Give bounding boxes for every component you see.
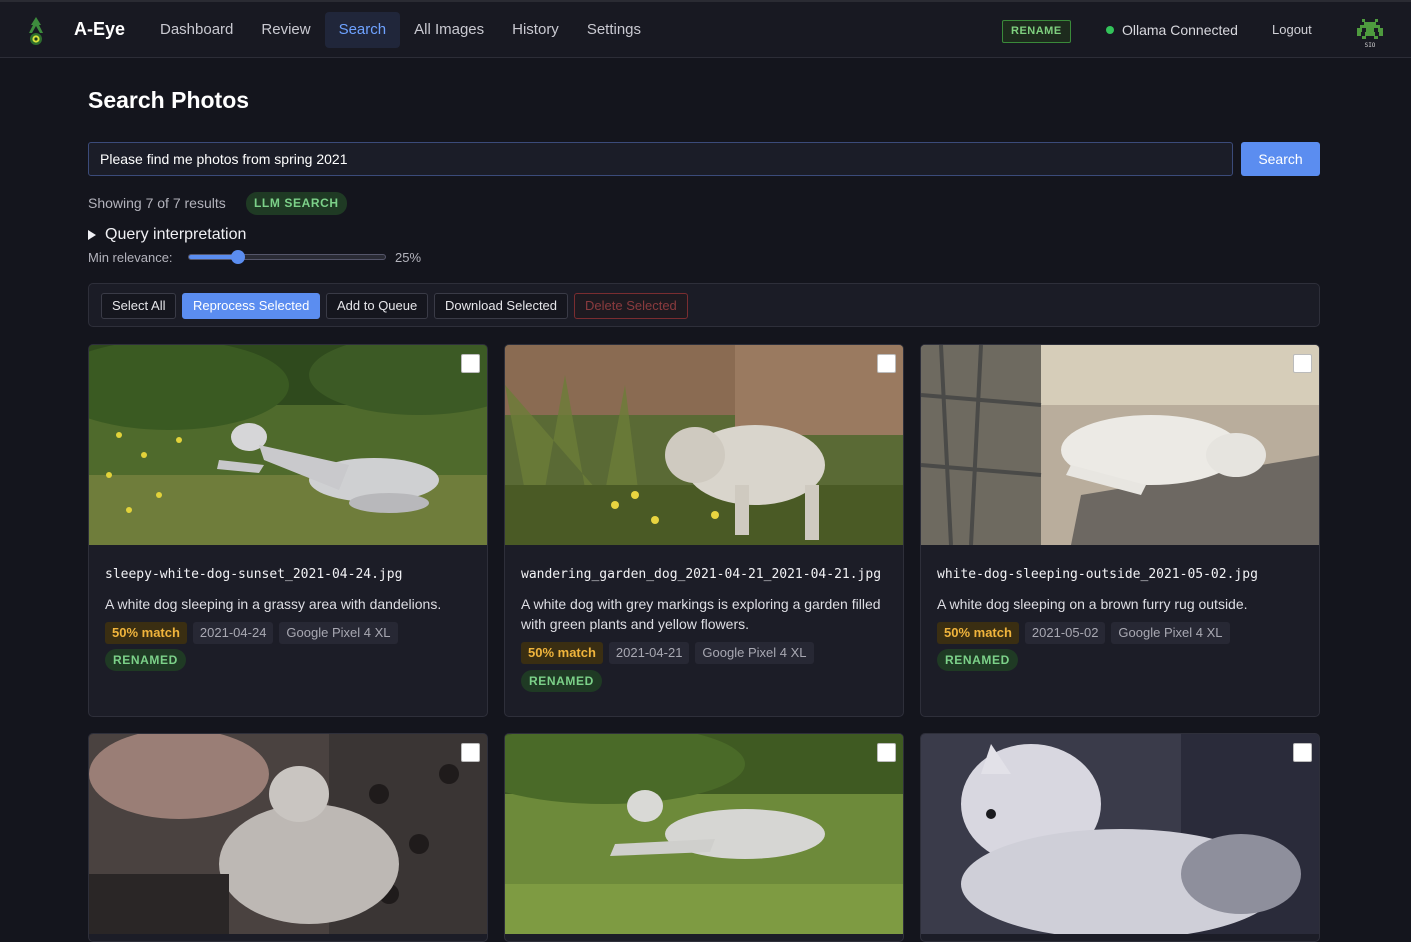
svg-text:SIO: SIO bbox=[1365, 42, 1376, 48]
meta-row: 50% match 2021-04-21 Google Pixel 4 XL bbox=[521, 642, 814, 664]
result-card[interactable]: wandering_garden_dog_2021-04-21_2021-04-… bbox=[504, 344, 904, 717]
space-invader-icon[interactable]: SIO bbox=[1354, 16, 1386, 48]
main-nav: Dashboard Review Search All Images Histo… bbox=[146, 12, 655, 48]
nav-dashboard[interactable]: Dashboard bbox=[146, 12, 247, 48]
nav-review[interactable]: Review bbox=[247, 12, 324, 48]
min-relevance-slider[interactable] bbox=[188, 250, 386, 264]
select-checkbox[interactable] bbox=[877, 743, 896, 762]
result-card[interactable] bbox=[504, 733, 904, 942]
download-selected-button[interactable]: Download Selected bbox=[434, 293, 569, 319]
results-count: Showing 7 of 7 results bbox=[88, 195, 226, 211]
search-mode-badge: LLM SEARCH bbox=[246, 192, 347, 215]
date-badge: 2021-04-21 bbox=[608, 642, 690, 664]
brand-name[interactable]: A-Eye bbox=[74, 19, 125, 40]
logout-link[interactable]: Logout bbox=[1272, 22, 1312, 37]
photo-thumbnail[interactable] bbox=[89, 734, 487, 934]
select-checkbox[interactable] bbox=[461, 354, 480, 373]
select-checkbox[interactable] bbox=[1293, 354, 1312, 373]
min-relevance-value: 25% bbox=[395, 250, 422, 265]
reprocess-selected-button[interactable]: Reprocess Selected bbox=[182, 293, 321, 319]
photo-thumbnail[interactable] bbox=[505, 345, 903, 545]
match-badge: 50% match bbox=[105, 622, 187, 644]
query-interpretation-label: Query interpretation bbox=[105, 226, 247, 243]
photo-thumbnail[interactable] bbox=[921, 345, 1319, 545]
status-dot-icon bbox=[1106, 26, 1114, 34]
result-card[interactable] bbox=[920, 733, 1320, 942]
renamed-badge: RENAMED bbox=[521, 670, 602, 692]
delete-selected-button[interactable]: Delete Selected bbox=[574, 293, 688, 319]
nav-history[interactable]: History bbox=[498, 12, 573, 48]
match-badge: 50% match bbox=[521, 642, 603, 664]
file-name: wandering_garden_dog_2021-04-21_2021-04-… bbox=[521, 567, 882, 582]
result-card[interactable] bbox=[88, 733, 488, 942]
date-badge: 2021-05-02 bbox=[1024, 622, 1106, 644]
nav-search[interactable]: Search bbox=[324, 12, 401, 48]
result-card[interactable]: sleepy-white-dog-sunset_2021-04-24.jpg A… bbox=[88, 344, 488, 717]
slider-thumb[interactable] bbox=[231, 250, 245, 264]
file-name: white-dog-sleeping-outside_2021-05-02.jp… bbox=[937, 567, 1258, 582]
image-description: A white dog sleeping on a brown furry ru… bbox=[937, 596, 1248, 612]
select-all-button[interactable]: Select All bbox=[101, 293, 177, 319]
select-checkbox[interactable] bbox=[877, 354, 896, 373]
meta-row: 50% match 2021-04-24 Google Pixel 4 XL bbox=[105, 622, 398, 644]
search-input[interactable] bbox=[88, 142, 1233, 176]
selection-toolbar: Select All Reprocess Selected Add to Que… bbox=[88, 283, 1320, 327]
select-checkbox[interactable] bbox=[461, 743, 480, 762]
image-description: A white dog with grey markings is explor… bbox=[521, 596, 881, 632]
camera-badge: Google Pixel 4 XL bbox=[279, 622, 398, 644]
query-interpretation-toggle[interactable]: Query interpretation bbox=[88, 226, 246, 244]
camera-badge: Google Pixel 4 XL bbox=[695, 642, 814, 664]
nav-settings[interactable]: Settings bbox=[573, 12, 655, 48]
meta-row: 50% match 2021-05-02 Google Pixel 4 XL bbox=[937, 622, 1230, 644]
status-text: Ollama Connected bbox=[1122, 22, 1238, 38]
image-description: A white dog sleeping in a grassy area wi… bbox=[105, 596, 442, 612]
photo-thumbnail[interactable] bbox=[921, 734, 1319, 934]
photo-thumbnail[interactable] bbox=[89, 345, 487, 545]
camera-badge: Google Pixel 4 XL bbox=[1111, 622, 1230, 644]
search-button[interactable]: Search bbox=[1241, 142, 1320, 176]
page-title: Search Photos bbox=[88, 87, 250, 113]
renamed-badge: RENAMED bbox=[937, 649, 1018, 671]
ollama-status: Ollama Connected bbox=[1106, 22, 1238, 38]
select-checkbox[interactable] bbox=[1293, 743, 1312, 762]
rename-mode-badge: RENAME bbox=[1002, 20, 1071, 43]
disclosure-triangle-icon bbox=[88, 230, 96, 240]
eye-logo-icon[interactable] bbox=[26, 16, 46, 46]
renamed-badge: RENAMED bbox=[105, 649, 186, 671]
add-to-queue-button[interactable]: Add to Queue bbox=[326, 293, 429, 319]
date-badge: 2021-04-24 bbox=[192, 622, 274, 644]
file-name: sleepy-white-dog-sunset_2021-04-24.jpg bbox=[105, 567, 403, 582]
photo-thumbnail[interactable] bbox=[505, 734, 903, 934]
match-badge: 50% match bbox=[937, 622, 1019, 644]
min-relevance-label: Min relevance: bbox=[88, 250, 173, 265]
nav-all-images[interactable]: All Images bbox=[400, 12, 498, 48]
top-nav-bar: A-Eye Dashboard Review Search All Images… bbox=[0, 0, 1411, 58]
result-card[interactable]: white-dog-sleeping-outside_2021-05-02.jp… bbox=[920, 344, 1320, 717]
